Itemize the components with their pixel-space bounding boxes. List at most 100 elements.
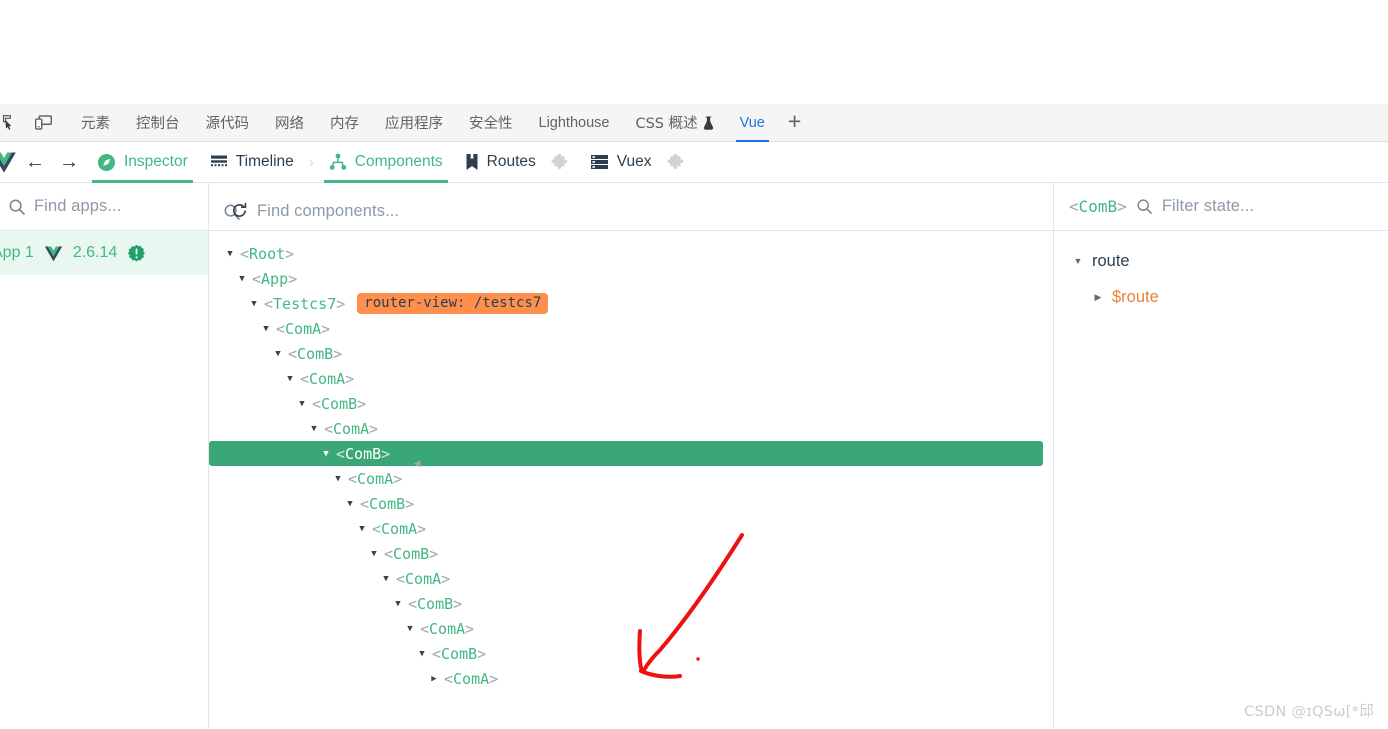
refresh-icon[interactable] [231,202,248,224]
component-tree-row[interactable]: ▼ <ComA> [209,516,1053,541]
component-tree-row[interactable]: ▼ <Testcs7> router-view: /testcs7 [209,291,1053,316]
app-version: 2.6.14 [72,244,118,261]
vue-tab-components[interactable]: Components [318,142,454,183]
state-key-label: route [1092,251,1130,270]
inspect-element-icon[interactable] [0,108,24,138]
devtools-tab-lighthouse[interactable]: Lighthouse [526,104,623,142]
devtools-tab-label: Lighthouse [538,114,610,131]
vue-tab-label: Vuex [616,153,652,170]
chevron-down-icon[interactable]: ▼ [223,249,237,259]
selected-component-name: <ComB> [1069,197,1127,216]
component-tree-row[interactable]: ▼ <ComA> [209,366,1053,391]
devtools-window: 元素 控制台 源代码 网络 内存 应用程序 安全性 Lighthouse CSS… [0,0,1388,729]
component-tree-row[interactable]: ▼ <ComA> [209,466,1053,491]
component-tree-row[interactable]: ▼ <Root> [209,241,1053,266]
component-tree-row[interactable]: ▼ <ComB> [209,441,1043,466]
vue-tab-inspector[interactable]: Inspector [86,142,199,183]
component-tree: ▼ <Root> ▼ <App> ▼ <Testcs7> router-view: /tes… [209,231,1053,691]
component-tag-label: <ComA> [396,569,451,588]
pane-collapse-handle[interactable]: ◀ [412,456,422,470]
devtools-tab-strip: 元素 控制台 源代码 网络 内存 应用程序 安全性 Lighthouse CSS… [0,104,1388,142]
vue-logo-icon [0,148,18,176]
component-tree-row[interactable]: ▶ <ComA> [209,666,1053,691]
devtools-tab-memory[interactable]: 内存 [317,104,372,142]
component-tree-row[interactable]: ▼ <ComB> [209,541,1053,566]
state-tree-row[interactable]: ▶ $route [1054,279,1388,315]
component-tag-label: <ComB> [408,594,463,613]
chevron-down-icon[interactable]: ▼ [379,574,393,584]
chevron-down-icon[interactable]: ▼ [307,424,321,434]
component-tree-row[interactable]: ▼ <ComB> [209,641,1053,666]
devtools-tab-label: 元素 [81,116,110,132]
search-icon [223,202,249,222]
component-tag-label: <ComA> [420,619,475,638]
device-toolbar-icon[interactable] [28,108,58,138]
component-tree-row[interactable]: ▼ <App> [209,266,1053,291]
component-tag-label: <ComB> [384,544,439,563]
devtools-tab-application[interactable]: 应用程序 [372,104,456,142]
back-button[interactable]: ← [18,147,52,177]
component-tree-row[interactable]: ▼ <ComB> [209,341,1053,366]
devtools-tab-label: Vue [739,114,765,131]
chevron-right-icon[interactable]: ▶ [427,674,441,684]
compass-icon [97,153,116,172]
component-tag-label: <ComB> [312,394,367,413]
devtools-tab-label: 内存 [330,116,359,132]
flask-icon [703,115,714,130]
chevron-down-icon[interactable]: ▼ [403,624,417,634]
component-tag-label: <ComB> [432,644,487,663]
component-tree-row[interactable]: ▼ <ComB> [209,491,1053,516]
add-tab-button[interactable]: + [778,110,811,133]
component-tree-row[interactable]: ▼ <ComA> [209,316,1053,341]
chevron-down-icon[interactable]: ▼ [343,499,357,509]
chevron-down-icon[interactable]: ▼ [415,649,429,659]
component-tag-label: <ComA> [348,469,403,488]
chevron-down-icon[interactable]: ▼ [355,524,369,534]
chevron-down-icon[interactable]: ▼ [259,324,273,334]
chevron-down-icon[interactable]: ▼ [271,349,285,359]
devtools-tab-console[interactable]: 控制台 [123,104,193,142]
vue-tab-vuex[interactable]: Vuex [579,142,695,183]
chevron-down-icon[interactable]: ▼ [319,449,333,459]
component-state-pane: <ComB> Filter state... ▼ route ▶ $route [1054,183,1388,729]
components-tree-icon [329,153,347,171]
chevron-down-icon[interactable]: ▼ [391,599,405,609]
devtools-tab-elements[interactable]: 元素 [68,104,123,142]
devtools-tab-label: 源代码 [205,116,250,132]
devtools-tab-vue[interactable]: Vue [727,104,778,142]
component-tree-row[interactable]: ▼ <ComA> [209,566,1053,591]
component-tag-label: <App> [252,269,298,288]
app-list-item-app-1[interactable]: App 1 2.6.14 [0,231,208,275]
chevron-right-icon[interactable]: ▶ [1090,292,1106,303]
component-tree-row[interactable]: ▼ <ComB> [209,391,1053,416]
find-components-search-bar[interactable]: Find components... [209,183,1053,231]
component-tag-label: <ComB> [288,344,343,363]
state-key-label: $route [1112,287,1159,306]
forward-button[interactable]: → [52,147,86,177]
devtools-tab-label: 安全性 [469,116,513,132]
component-tree-pane: Find components... ▼ <Root> ▼ <App> ▼ <Testcs… [209,183,1054,729]
find-apps-input[interactable]: Find apps... [34,197,121,216]
chevron-down-icon[interactable]: ▼ [367,549,381,559]
component-tag-label: <ComB> [360,494,415,513]
component-tree-row[interactable]: ▼ <ComB> [209,591,1053,616]
component-tree-row[interactable]: ▼ <ComA> [209,416,1053,441]
find-components-input[interactable]: Find components... [257,202,399,221]
filter-state-input[interactable]: Filter state... [1162,197,1254,216]
component-tree-row[interactable]: ▼ <ComA> [209,616,1053,641]
devtools-tab-sources[interactable]: 源代码 [193,104,263,142]
chevron-down-icon[interactable]: ▼ [235,274,249,284]
chevron-down-icon[interactable]: ▼ [283,374,297,384]
csdn-watermark: CSDN @ɪQSω[*邱 [1244,704,1374,720]
vue-tab-timeline[interactable]: Timeline [199,142,305,183]
chevron-down-icon[interactable]: ▼ [331,474,345,484]
vue-tab-routes[interactable]: Routes [454,142,579,183]
devtools-tab-css-overview[interactable]: CSS 概述 [622,104,726,142]
state-tree-row[interactable]: ▼ route [1054,243,1388,279]
devtools-tab-network[interactable]: 网络 [262,104,317,142]
chevron-down-icon[interactable]: ▼ [247,299,261,309]
find-apps-search-bar[interactable]: Find apps... [0,183,208,231]
devtools-tab-security[interactable]: 安全性 [456,104,526,142]
chevron-down-icon[interactable]: ▼ [1070,256,1086,266]
chevron-down-icon[interactable]: ▼ [295,399,309,409]
